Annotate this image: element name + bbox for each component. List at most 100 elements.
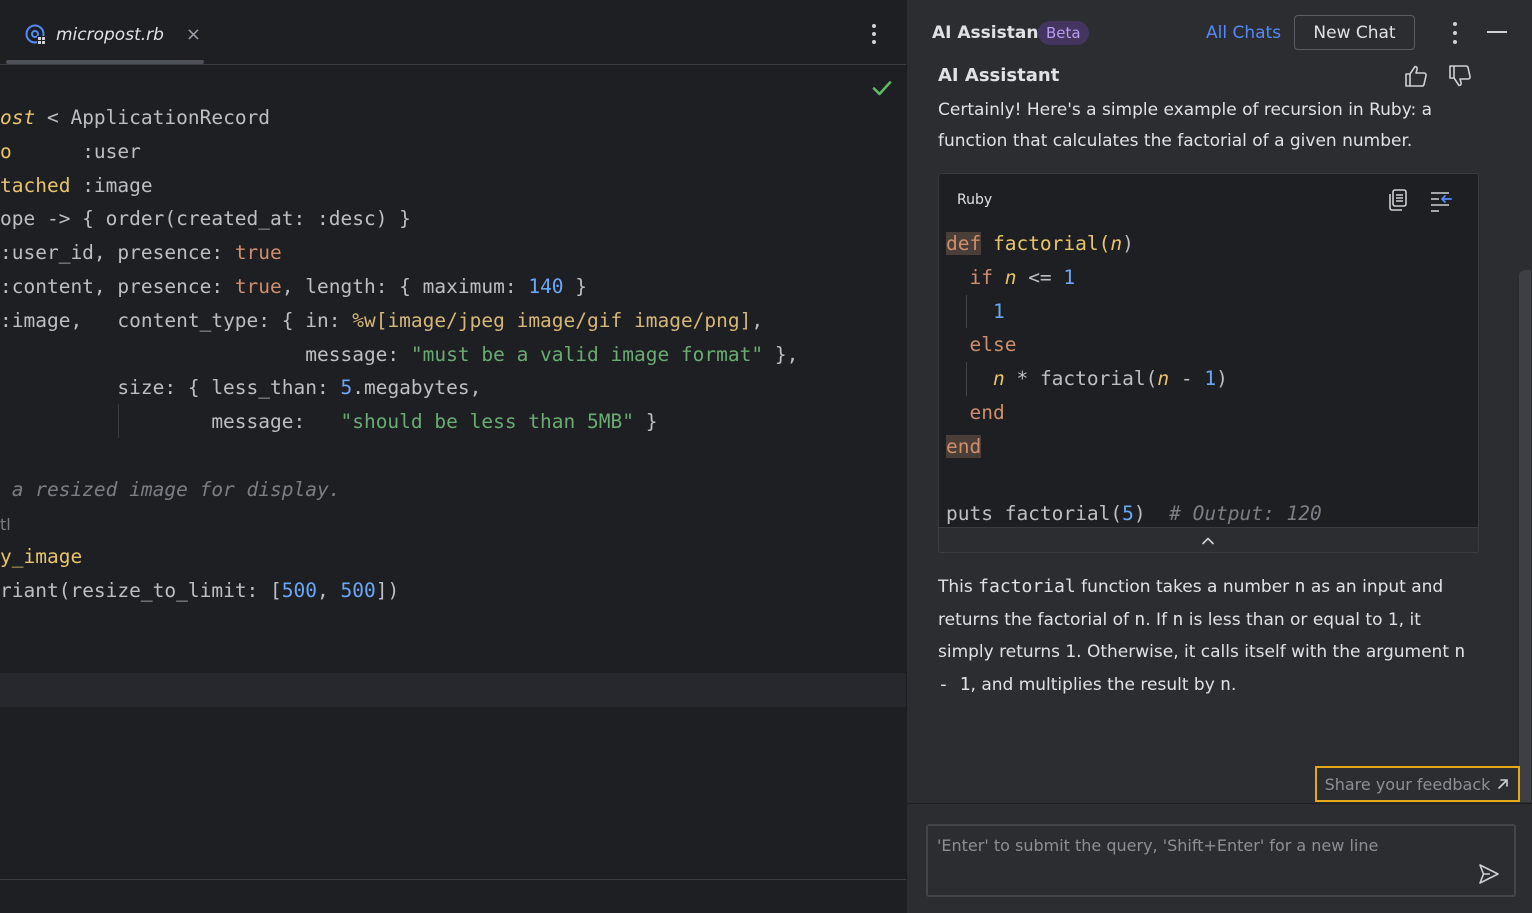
chat-history[interactable]: AI Assistant Certainly! Here's a simple … [907, 60, 1532, 802]
code-token: :content, [0, 274, 118, 298]
text-run: This [938, 577, 979, 597]
code-line: 1 [946, 294, 1322, 329]
text-run: . [1231, 674, 1237, 695]
code-token: "should be less than 5MB" [340, 410, 634, 434]
minimize-panel-icon[interactable] [1487, 31, 1507, 33]
code-token: } [633, 410, 658, 434]
chat-input-area [907, 803, 1532, 913]
code-token: a resized image for display. [0, 477, 341, 501]
code-token: n [1004, 265, 1017, 289]
code-token: 5 [1122, 502, 1134, 526]
editor-bottom-divider [0, 879, 906, 880]
code-token: "must be a valid image format" [410, 342, 764, 366]
code-token: if [946, 265, 1005, 289]
thumbs-down-icon[interactable] [1447, 63, 1473, 89]
code-editor[interactable]: ost < ApplicationRecord o :user tached :im… [0, 101, 906, 608]
ai-assistant-panel: AI Assistant Beta All Chats New Chat AI … [906, 0, 1532, 913]
send-icon [1479, 864, 1499, 884]
inline-code: n [1172, 608, 1184, 630]
code-line: size: { less_than: 5.megabytes, [0, 371, 906, 405]
code-token: factorial( [981, 232, 1111, 255]
message-explanation-text: This factorial function takes a number n… [938, 571, 1478, 701]
code-token: def [946, 232, 982, 255]
code-token: # Output: 120 [1169, 502, 1322, 526]
text-run: function takes a number [1075, 577, 1295, 597]
share-feedback-link[interactable]: Share your feedback [1315, 766, 1520, 802]
code-token: :image, [0, 308, 118, 332]
code-token: n [992, 367, 1005, 391]
check-icon [872, 81, 892, 96]
code-line: ost < ApplicationRecord [0, 101, 906, 135]
code-token: resize_to_limit: [ [70, 579, 282, 603]
code-token: true [234, 241, 282, 265]
copy-icon[interactable] [1387, 188, 1409, 212]
code-token: ]) [375, 579, 400, 603]
inline-code: n [1220, 673, 1232, 695]
code-line: :image, content_type: { in: %w[image/jpe… [0, 304, 906, 338]
message-author: AI Assistant [938, 65, 1060, 86]
chevron-up-icon[interactable] [1199, 532, 1217, 550]
code-line: :user_id, presence: true [0, 236, 906, 270]
code-token: o [0, 139, 12, 163]
inline-code: n [1134, 608, 1146, 630]
editor-tab-bar: micropost.rb × [0, 0, 906, 65]
inline-code: factorial [978, 576, 1076, 597]
code-token: * factorial( [1004, 367, 1158, 391]
text-run: . If [1145, 609, 1173, 630]
code-token: <= [1016, 265, 1064, 289]
editor-tab-micropost[interactable]: micropost.rb × [24, 18, 201, 52]
code-token: tl [0, 514, 11, 534]
ruby-file-icon [24, 23, 48, 47]
external-link-icon [1498, 779, 1509, 789]
new-chat-button[interactable]: New Chat [1294, 15, 1415, 50]
send-button[interactable] [1477, 862, 1501, 886]
code-token: size: { less_than: [0, 376, 341, 400]
panel-title: AI Assistant [932, 23, 1047, 43]
insert-snippet-icon[interactable] [1429, 188, 1453, 212]
code-token: :image [70, 173, 153, 197]
code-snippet-body[interactable]: def factorial( n) if n <= 1 1 else n * fa… [946, 227, 1322, 531]
code-token: ost [0, 106, 36, 129]
code-token: n [1157, 367, 1170, 391]
editor-tab-label: micropost.rb [56, 25, 164, 45]
code-line: message: "should be less than 5MB" } [0, 405, 906, 439]
code-token: 500 [281, 579, 318, 603]
code-token: presence: [117, 241, 235, 265]
beta-badge: Beta [1038, 21, 1089, 45]
code-line: :content, presence: true, length: { maxi… [0, 270, 906, 304]
code-token: 5 [340, 376, 353, 400]
close-tab-icon[interactable]: × [186, 26, 201, 44]
code-token: presence: [117, 274, 235, 298]
code-token: tached [0, 173, 71, 197]
code-token: %w[image/jpeg image/gif image/png] [352, 308, 752, 332]
code-language-label: Ruby [957, 192, 993, 208]
code-token: 1 [946, 299, 1005, 323]
editor-more-options-icon[interactable] [866, 20, 882, 48]
code-line: else [946, 328, 1322, 362]
ai-assistant-header: AI Assistant Beta All Chats New Chat [907, 0, 1532, 65]
code-token: riant( [0, 579, 71, 603]
current-line-highlight [0, 673, 906, 707]
code-token: }, [763, 342, 799, 366]
chat-scrollbar[interactable] [1519, 270, 1531, 802]
code-token: ope -> { order( [0, 207, 177, 231]
thumbs-up-icon[interactable] [1403, 63, 1429, 89]
code-token: , [317, 579, 341, 603]
code-line: if n <= 1 [946, 261, 1322, 295]
code-token: ) [1122, 232, 1134, 255]
code-token: ) [1216, 367, 1228, 391]
code-token: 500 [340, 579, 376, 603]
query-input[interactable] [926, 824, 1516, 897]
code-line: tl [0, 507, 906, 541]
panel-more-options-icon[interactable] [1451, 22, 1459, 44]
code-line: riant(resize_to_limit: [500, 500]) [0, 574, 906, 608]
code-token: :user [11, 139, 141, 163]
inline-code: n [1294, 576, 1306, 597]
code-token: :user_id, [0, 241, 118, 265]
code-token: true [234, 274, 282, 298]
all-chats-link[interactable]: All Chats [1206, 23, 1281, 43]
code-token: created_at: [176, 207, 306, 231]
